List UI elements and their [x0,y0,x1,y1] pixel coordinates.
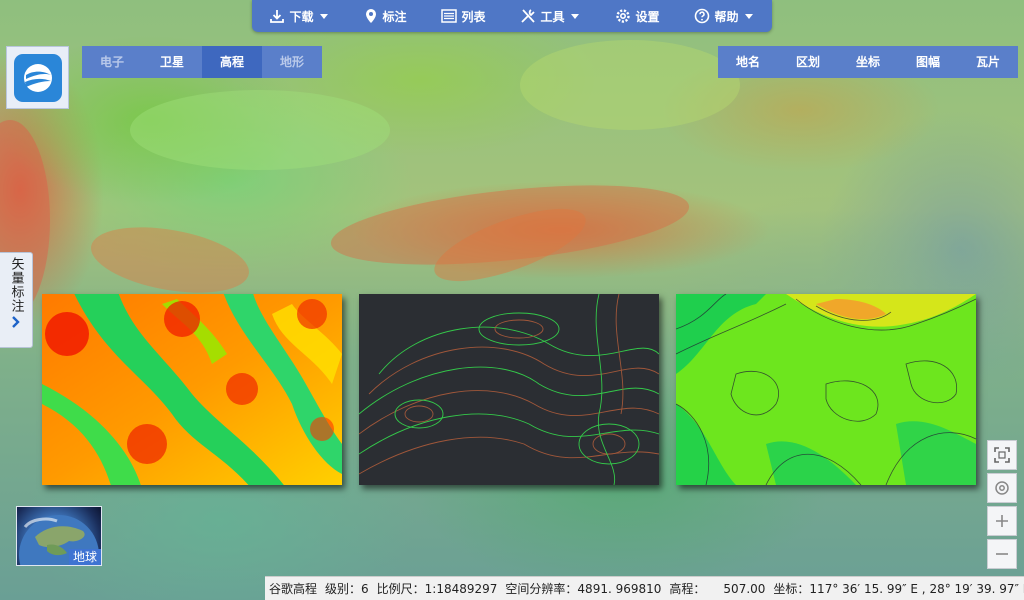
tab-satellite[interactable]: 卫星 [142,46,202,78]
mark-button[interactable]: 标注 [364,8,407,25]
top-toolbar: 下载 标注 列表 工具 设置 帮助 [252,0,772,32]
tab-mapsheet[interactable]: 图幅 [898,46,958,78]
globe-view-button[interactable]: 地球 [16,506,102,566]
help-menu[interactable]: 帮助 [694,8,754,25]
caret-down-icon [319,14,328,19]
caret-down-icon [570,14,579,19]
tools-menu[interactable]: 工具 [520,8,580,25]
chevron-right-icon [12,316,20,328]
elevation-preview-image [42,294,342,485]
locate-icon [995,481,1009,495]
tab-placename[interactable]: 地名 [718,46,778,78]
map-controls [987,440,1017,569]
list-icon [441,9,458,23]
tools-icon [521,9,536,23]
map-type-tabs: 电子 卫星 高程 地形 [82,46,322,78]
gear-icon [616,9,631,23]
app-logo[interactable] [6,46,69,109]
download-menu[interactable]: 下载 [269,8,329,25]
status-resolution: 空间分辨率：4891. 969810 [505,582,662,596]
map-pin-icon [366,9,377,23]
tab-elevation[interactable]: 高程 [202,46,262,78]
status-bar: 谷歌高程 级别：6 比例尺：1:18489297 空间分辨率：4891. 969… [265,576,1024,600]
settings-label: 设置 [635,9,660,24]
status-elevation-value: 507.00 [723,581,766,596]
status-coordinate: 坐标：117° 36′ 15. 99″ E , 28° 19′ 39. 97″ … [773,582,1024,596]
status-level: 级别：6 [325,582,369,596]
tab-terrain[interactable]: 地形 [262,46,322,78]
status-source: 谷歌高程 [269,582,318,596]
settings-button[interactable]: 设置 [615,8,660,25]
help-circle-icon [695,8,710,24]
list-button[interactable]: 列表 [441,8,486,25]
globe-logo-icon [13,53,62,102]
vector-annotation-tab[interactable]: 矢量标注 [0,252,33,348]
mark-label: 标注 [382,9,407,24]
fullscreen-icon [994,447,1010,463]
tools-label: 工具 [540,9,565,24]
globe-label: 地球 [68,549,101,565]
tab-tile[interactable]: 瓦片 [958,46,1018,78]
help-label: 帮助 [714,9,739,24]
contour-color-preview-image [676,294,976,485]
locate-button[interactable] [987,473,1017,503]
status-elevation-label: 高程： [669,582,706,596]
tab-coordinate[interactable]: 坐标 [838,46,898,78]
plus-icon [996,515,1008,527]
layer-tool-tabs: 地名 区划 坐标 图幅 瓦片 [718,46,1018,78]
zoom-out-button[interactable] [987,539,1017,569]
caret-down-icon [744,14,753,19]
status-scale: 比例尺：1:18489297 [376,582,498,596]
minus-icon [996,553,1008,555]
fullscreen-button[interactable] [987,440,1017,470]
download-label: 下载 [289,9,314,24]
contour-preview-image [359,294,659,485]
download-icon [270,10,285,23]
vector-annotation-label: 矢量标注 [8,257,24,313]
list-label: 列表 [461,9,486,24]
tab-electronic[interactable]: 电子 [82,46,142,78]
zoom-in-button[interactable] [987,506,1017,536]
tab-district[interactable]: 区划 [778,46,838,78]
